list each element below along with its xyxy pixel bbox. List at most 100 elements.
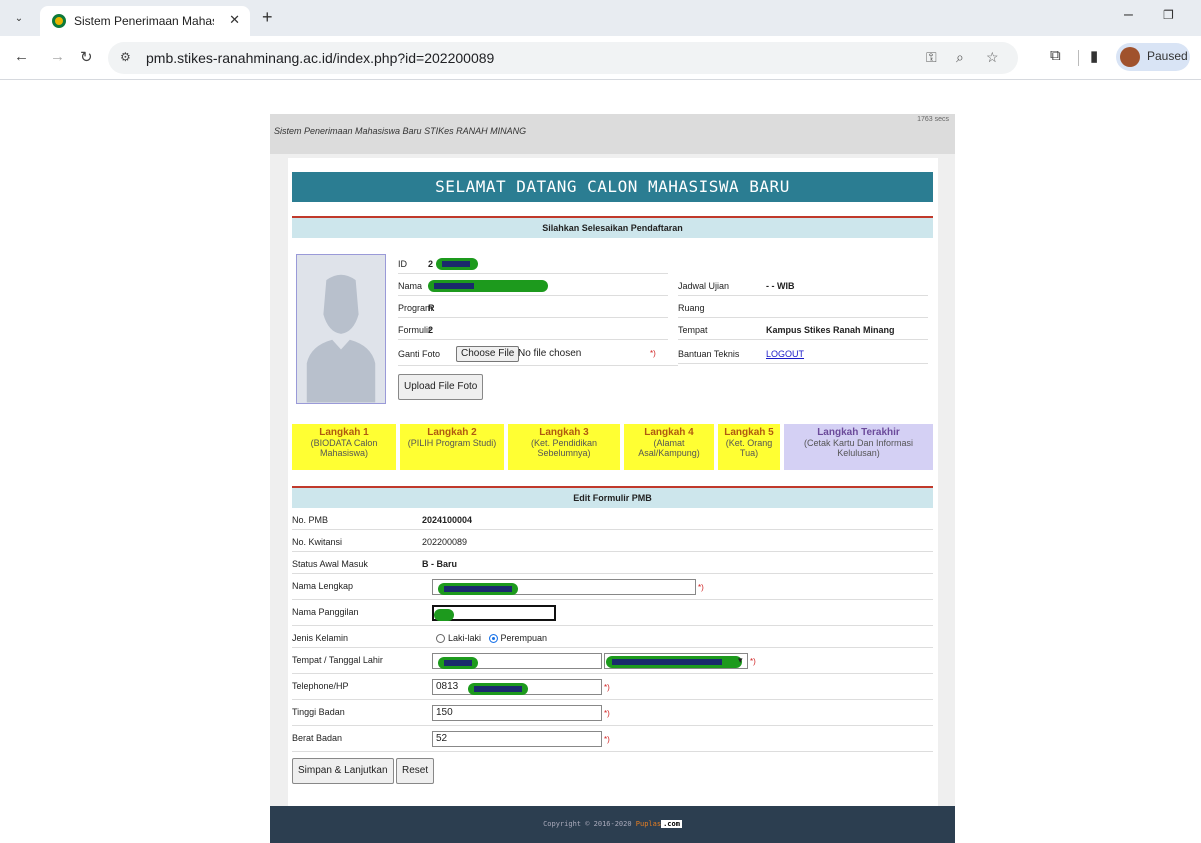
choose-file-button[interactable]: Choose File — [456, 346, 520, 362]
bantuan-label: Bantuan Teknis — [678, 349, 740, 359]
kwitansi-label: No. Kwitansi — [292, 537, 343, 547]
tab-close-icon[interactable]: ✕ — [229, 12, 240, 28]
jenis-kelamin-label: Jenis Kelamin — [292, 633, 349, 643]
step-title: Langkah 5 — [724, 427, 774, 438]
formulir-value: 2 — [428, 325, 434, 335]
tinggi-row: Tinggi Badan 150 *) — [292, 702, 933, 726]
step-desc: (Cetak Kartu Dan Informasi Kelulusan) — [803, 438, 914, 458]
reload-icon[interactable]: ↻ — [80, 48, 93, 66]
step-title: Langkah Terakhir — [817, 427, 900, 438]
step-5[interactable]: Langkah 5 (Ket. Orang Tua) — [718, 424, 780, 470]
id-value: 2 — [428, 259, 434, 269]
main-content: SELAMAT DATANG CALON MAHASISWA BARU Sila… — [288, 158, 938, 806]
program-value: R — [428, 303, 435, 313]
page-container: Sistem Penerimaan Mahasiswa Baru STIKes … — [270, 114, 955, 843]
redaction-mark — [438, 657, 478, 669]
required-mark: *) — [604, 709, 610, 718]
logout-link[interactable]: LOGOUT — [766, 344, 804, 364]
laki-laki-label: Laki-laki — [448, 633, 482, 643]
perempuan-label: Perempuan — [500, 633, 548, 643]
step-1[interactable]: Langkah 1 (BIODATA Calon Mahasiswa) — [292, 424, 396, 470]
jadwal-value: - - WIB — [766, 281, 795, 291]
bookmark-star-icon[interactable]: ☆ — [986, 49, 999, 66]
required-mark: *) — [604, 683, 610, 692]
info-formulir-row: Formulir 2 — [398, 320, 668, 340]
profile-status: Paused — [1147, 49, 1188, 63]
chevron-down-icon[interactable]: ▾ — [738, 650, 743, 670]
copyright-text: Copyright © 2016-2020 — [543, 820, 636, 828]
browser-tab-bar: ⌄ Sistem Penerimaan Mahasiswa ✕ + – ❐ — [0, 0, 1201, 36]
browser-tab[interactable]: Sistem Penerimaan Mahasiswa ✕ — [40, 6, 250, 36]
radio-laki-laki[interactable] — [436, 634, 445, 644]
registration-section-title: Silahkan Selesaikan Pendaftaran — [292, 216, 933, 238]
step-desc: (Ket. Orang Tua) — [725, 438, 773, 458]
nama-panggilan-row: Nama Panggilan — [292, 602, 933, 626]
redaction-mark — [428, 280, 548, 292]
tempat-value: Kampus Stikes Ranah Minang — [766, 325, 895, 335]
session-timer: 1763 secs — [917, 116, 949, 123]
extensions-icon[interactable]: ⧉ — [1050, 47, 1061, 64]
upload-photo-button[interactable]: Upload File Foto — [398, 374, 484, 400]
password-key-icon[interactable]: ⚿ — [926, 49, 937, 66]
minimize-icon[interactable]: – — [1124, 6, 1133, 24]
step-2[interactable]: Langkah 2 (PILIH Program Studi) — [400, 424, 504, 470]
telp-label: Telephone/HP — [292, 681, 349, 691]
site-header: Sistem Penerimaan Mahasiswa Baru STIKes … — [270, 114, 955, 154]
no-file-text: No file chosen — [518, 348, 582, 359]
ruang-label: Ruang — [678, 303, 705, 313]
toolbar-separator — [1078, 50, 1079, 66]
profile-photo — [296, 254, 386, 404]
new-tab-icon[interactable]: + — [262, 7, 273, 28]
footer-brand-suffix: .com — [661, 820, 682, 828]
redaction-mark — [606, 656, 742, 668]
tinggi-input[interactable]: 150 — [432, 705, 602, 721]
ganti-foto-label: Ganti Foto — [398, 349, 441, 359]
nama-lengkap-row: Nama Lengkap *) — [292, 576, 933, 600]
site-favicon-icon — [52, 14, 66, 28]
info-nama-row: Nama — [398, 276, 668, 296]
side-panel-icon[interactable]: ▮ — [1090, 47, 1098, 65]
step-desc: (Alamat Asal/Kampung) — [638, 438, 700, 458]
telp-row: Telephone/HP 0813 *) — [292, 676, 933, 700]
restore-icon[interactable]: ❐ — [1163, 8, 1174, 22]
welcome-banner: SELAMAT DATANG CALON MAHASISWA BARU — [292, 172, 933, 202]
berat-row: Berat Badan 52 *) — [292, 728, 933, 752]
berat-label: Berat Badan — [292, 733, 343, 743]
step-4[interactable]: Langkah 4 (Alamat Asal/Kampung) — [624, 424, 714, 470]
address-bar[interactable]: ⚙ pmb.stikes-ranahminang.ac.id/index.php… — [108, 42, 1018, 74]
step-final[interactable]: Langkah Terakhir (Cetak Kartu Dan Informa… — [784, 424, 933, 470]
ttl-row: Tempat / Tanggal Lahir ▾ *) — [292, 650, 933, 674]
zoom-icon[interactable]: ⌕ — [956, 49, 964, 66]
forward-icon[interactable]: → — [50, 48, 65, 65]
save-continue-button[interactable]: Simpan & Lanjutkan — [292, 758, 394, 784]
radio-perempuan[interactable] — [488, 634, 498, 644]
bantuan-row: Bantuan Teknis LOGOUT — [678, 344, 928, 364]
step-desc: (PILIH Program Studi) — [407, 438, 497, 448]
site-info-icon[interactable]: ⚙ — [120, 50, 131, 64]
ttl-label: Tempat / Tanggal Lahir — [292, 655, 383, 665]
nama-lengkap-label: Nama Lengkap — [292, 581, 354, 591]
registration-steps: Langkah 1 (BIODATA Calon Mahasiswa) Langk… — [292, 424, 933, 470]
ruang-row: Ruang — [678, 298, 928, 318]
redaction-mark — [434, 609, 454, 621]
url-text[interactable]: pmb.stikes-ranahminang.ac.id/index.php?i… — [146, 50, 494, 66]
reset-button[interactable]: Reset — [396, 758, 435, 784]
required-mark: *) — [604, 735, 610, 744]
footer-brand[interactable]: Puplas — [636, 820, 661, 828]
id-label: ID — [398, 259, 407, 269]
gender-radio-group: Laki-laki Perempuan — [436, 628, 547, 648]
profile-button[interactable]: Paused — [1116, 43, 1190, 71]
tab-search-icon[interactable]: ⌄ — [10, 10, 28, 28]
berat-input[interactable]: 52 — [432, 731, 602, 747]
jadwal-label: Jadwal Ujian — [678, 281, 730, 291]
info-program-row: Program R — [398, 298, 668, 318]
nama-panggilan-label: Nama Panggilan — [292, 607, 359, 617]
required-mark: *) — [750, 657, 756, 666]
back-icon[interactable]: ← — [14, 48, 29, 65]
status-value: B - Baru — [422, 559, 458, 569]
step-3[interactable]: Langkah 3 (Ket. Pendidikan Sebelumnya) — [508, 424, 620, 470]
jadwal-row: Jadwal Ujian - - WIB — [678, 276, 928, 296]
required-mark: *) — [650, 349, 656, 358]
info-id-row: ID 2 — [398, 254, 668, 274]
jenis-kelamin-row: Jenis Kelamin Laki-laki Perempuan — [292, 628, 933, 648]
